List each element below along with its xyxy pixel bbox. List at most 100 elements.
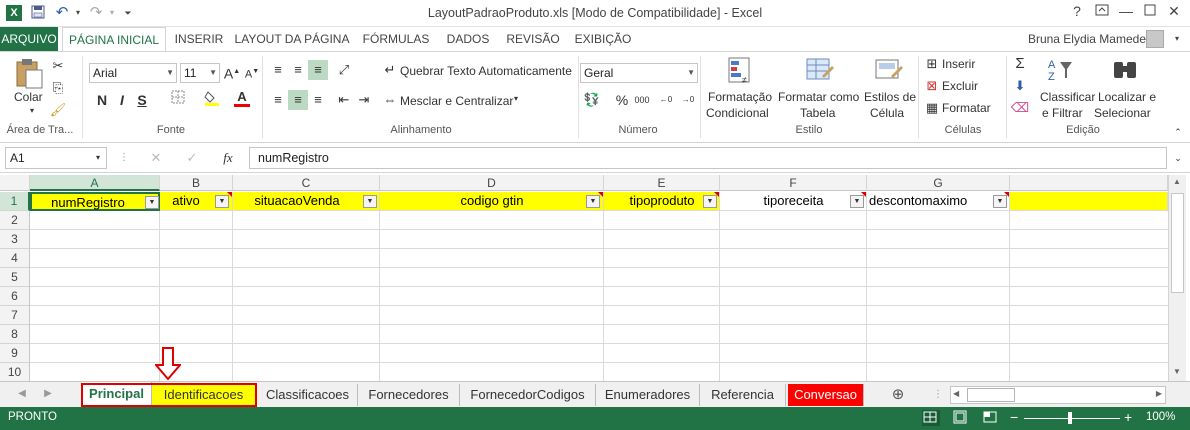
italic-button[interactable]: I [112, 90, 132, 110]
align-left-icon[interactable]: ≡ [268, 90, 288, 110]
paste-dropdown-icon[interactable]: ▾ [30, 106, 34, 115]
new-sheet-icon[interactable]: ⊕ [888, 385, 908, 405]
merge-dropdown-icon[interactable]: ▾ [514, 94, 518, 103]
scroll-right-icon[interactable]: ▶ [1156, 389, 1162, 398]
zoom-slider-thumb[interactable] [1068, 412, 1072, 424]
name-box-dropdown-icon[interactable]: ▾ [88, 148, 108, 168]
horizontal-scroll-thumb[interactable] [967, 388, 1015, 402]
merge-center-icon[interactable]: ⇔ [380, 90, 400, 110]
sheet-tab-fornecedorcodigos[interactable]: FornecedorCodigos [460, 384, 596, 406]
vertical-scroll-thumb[interactable] [1171, 193, 1184, 293]
tab-formulas[interactable]: FÓRMULAS [358, 27, 434, 51]
increase-decimal-icon[interactable]: ←0 [656, 90, 676, 110]
avatar[interactable] [1146, 30, 1164, 48]
row-header[interactable]: 6 [0, 287, 30, 306]
format-as-table-icon[interactable] [804, 56, 836, 86]
maximize-icon[interactable] [1139, 3, 1161, 23]
filter-dropdown-icon[interactable]: ▼ [363, 195, 377, 208]
sheet-tab-enumeradores[interactable]: Enumeradores [596, 384, 700, 406]
sheet-tab-referencia[interactable]: Referencia [700, 384, 786, 406]
clear-icon[interactable]: ⌫ [1010, 98, 1030, 118]
column-header-b[interactable]: B [160, 175, 233, 191]
next-sheet-icon[interactable]: ▶ [38, 384, 58, 404]
normal-view-icon[interactable] [922, 410, 940, 426]
increase-font-icon[interactable]: A▲ [222, 62, 242, 82]
decrease-indent-icon[interactable]: ⇤ [334, 90, 354, 110]
decrease-font-icon[interactable]: A▼ [242, 62, 262, 82]
conditional-formatting-label-2[interactable]: Condicional [706, 106, 769, 120]
insert-function-button[interactable]: fx [218, 148, 238, 168]
tab-splitter-icon[interactable]: ⋮ [928, 385, 948, 405]
column-header-c[interactable]: C [233, 175, 380, 191]
percent-button[interactable]: % [612, 90, 632, 110]
find-select-button[interactable]: Localizar e [1098, 90, 1156, 104]
font-name-combo[interactable]: Arial ▼ [89, 63, 177, 83]
scroll-left-icon[interactable]: ◀ [953, 389, 959, 398]
tab-page-layout[interactable]: LAYOUT DA PÁGINA [232, 27, 352, 51]
conditional-formatting-button[interactable]: Formatação [708, 90, 772, 104]
row-header[interactable]: 9 [0, 344, 30, 363]
ribbon-display-options-icon[interactable] [1091, 3, 1113, 23]
sort-filter-icon[interactable]: AZ [1046, 56, 1078, 86]
formula-input[interactable]: numRegistro [249, 147, 1167, 169]
zoom-level[interactable]: 100% [1146, 411, 1175, 423]
cut-icon[interactable]: ✂ [48, 56, 68, 76]
decrease-decimal-icon[interactable]: →0 [678, 90, 698, 110]
tab-view[interactable]: EXIBIÇÃO [570, 27, 636, 51]
close-button[interactable]: ✕ [1163, 3, 1185, 23]
empty-cells-area[interactable] [30, 211, 1168, 381]
currency-icon[interactable]: 💱 [582, 90, 602, 110]
font-size-combo[interactable]: 11 ▼ [180, 63, 220, 83]
page-break-view-icon[interactable] [982, 410, 1000, 426]
paste-icon[interactable] [14, 58, 46, 89]
format-as-table-button[interactable]: Formatar como [778, 90, 859, 104]
column-header-a[interactable]: A [30, 175, 160, 191]
cancel-icon[interactable]: ✕ [146, 148, 166, 168]
row-header[interactable]: 4 [0, 249, 30, 268]
sort-filter-label-2[interactable]: e Filtrar [1042, 106, 1083, 120]
sort-filter-button[interactable]: Classificar [1040, 90, 1095, 104]
row-header[interactable]: 1 [0, 192, 30, 211]
sheet-tab-fornecedores[interactable]: Fornecedores [358, 384, 460, 406]
previous-sheet-icon[interactable]: ◀ [12, 384, 32, 404]
tab-file[interactable]: ARQUIVO [0, 27, 58, 51]
row-header[interactable]: 5 [0, 268, 30, 287]
align-middle-icon[interactable]: ≡ [288, 60, 308, 80]
row-header[interactable]: 7 [0, 306, 30, 325]
user-name[interactable]: Bruna Elydia Mamede [1028, 27, 1146, 51]
enter-icon[interactable]: ✓ [182, 148, 202, 168]
fill-icon[interactable]: ⬇ [1010, 76, 1030, 96]
delete-cells-button[interactable]: Excluir [942, 79, 978, 93]
tab-review[interactable]: REVISÃO [502, 27, 564, 51]
number-format-combo[interactable]: Geral ▼ [580, 63, 698, 83]
cell-styles-icon[interactable] [873, 56, 905, 86]
cell-styles-label-2[interactable]: Célula [870, 106, 904, 120]
cell-c1[interactable]: situacaoVenda ▼ [233, 192, 380, 211]
cell-e1[interactable]: tipoproduto ▼ [604, 192, 720, 211]
format-painter-icon[interactable]: 🖌 [48, 100, 68, 120]
fill-color-icon[interactable] [202, 90, 222, 110]
format-cells-button[interactable]: Formatar [942, 101, 991, 115]
minimize-button[interactable]: — [1115, 3, 1137, 23]
cell-d1[interactable]: codigo gtin ▼ [380, 192, 604, 211]
tab-insert[interactable]: INSERIR [170, 27, 228, 51]
select-all-corner[interactable] [0, 175, 30, 191]
cell-g1[interactable]: descontomaximo ▼ [867, 192, 1010, 211]
autosum-icon[interactable]: Σ [1010, 54, 1030, 74]
scroll-up-icon[interactable]: ▲ [1173, 177, 1181, 186]
help-button[interactable]: ? [1066, 3, 1088, 23]
align-bottom-icon[interactable]: ≡ [308, 60, 328, 80]
paste-button[interactable]: Colar [14, 90, 43, 104]
column-header-e[interactable]: E [604, 175, 720, 191]
account-dropdown-icon[interactable]: ▾ [1170, 27, 1184, 51]
align-top-icon[interactable]: ≡ [268, 60, 288, 80]
merge-center-button[interactable]: Mesclar e Centralizar [400, 94, 513, 108]
find-select-icon[interactable] [1110, 56, 1142, 86]
insert-cells-icon[interactable]: ⊞ [922, 54, 942, 74]
row-header[interactable]: 8 [0, 325, 30, 344]
page-layout-view-icon[interactable] [952, 410, 970, 426]
sheet-tab-conversao[interactable]: Conversao [788, 384, 864, 406]
tab-home[interactable]: PÁGINA INICIAL [62, 27, 166, 52]
cell-f1[interactable]: tiporeceita ▼ [720, 192, 867, 211]
zoom-out-icon[interactable]: − [1010, 409, 1018, 425]
